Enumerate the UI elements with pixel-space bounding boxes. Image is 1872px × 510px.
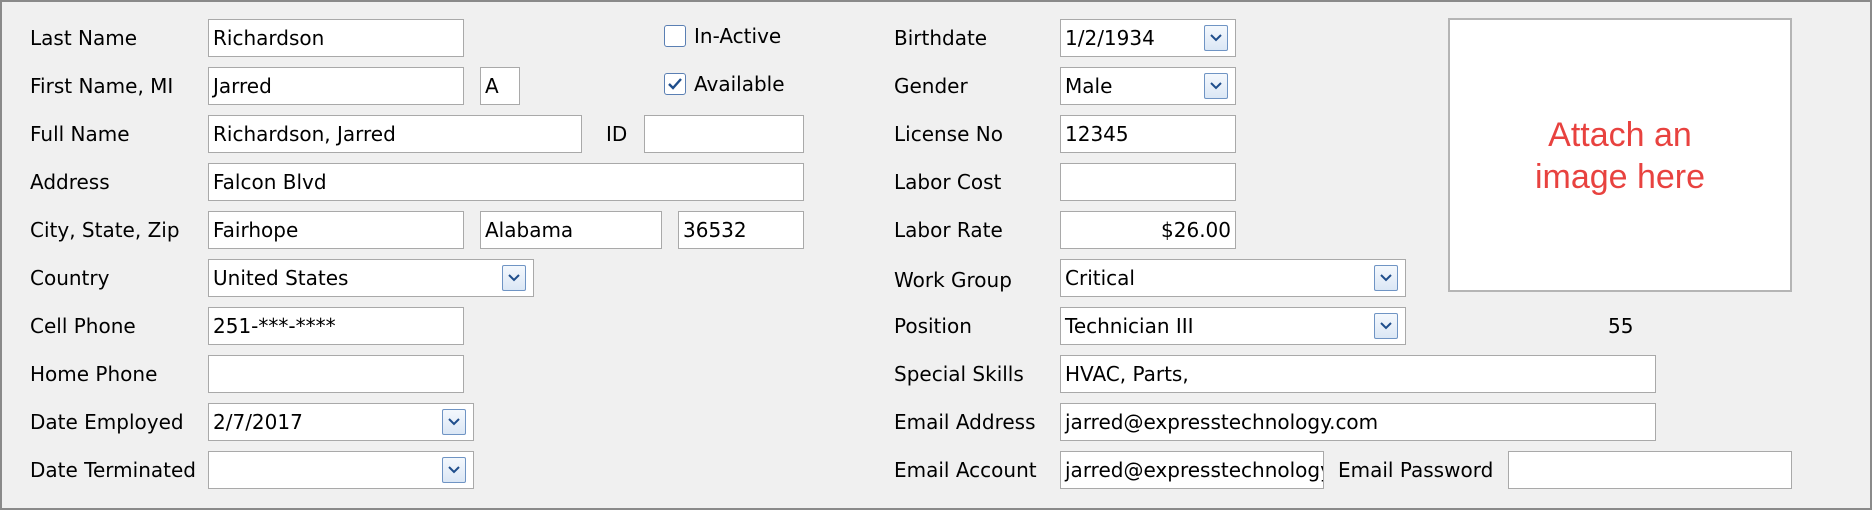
last-name-field[interactable]: Richardson [208,19,464,57]
first-name-field[interactable]: Jarred [208,67,464,105]
inactive-label: In-Active [694,24,782,48]
image-attach-area[interactable]: Attach an image here [1448,18,1792,292]
gender-label: Gender [894,74,968,98]
email-account-label: Email Account [894,458,1037,482]
address-label: Address [30,170,110,194]
license-no-label: License No [894,122,1003,146]
email-address-field[interactable]: jarred@expresstechnology.com [1060,403,1656,441]
labor-cost-field[interactable] [1060,163,1236,201]
chevron-down-icon[interactable] [442,457,466,483]
home-phone-field[interactable] [208,355,464,393]
last-name-label: Last Name [30,26,138,50]
image-placeholder-text: Attach an image here [1450,114,1790,198]
date-terminated-field[interactable] [208,451,474,489]
checkmark-icon [668,78,682,90]
date-employed-label: Date Employed [30,410,184,434]
first-name-label: First Name, MI [30,74,174,98]
full-name-label: Full Name [30,122,130,146]
id-label: ID [606,122,628,146]
state-field[interactable]: Alabama [480,211,662,249]
inactive-checkbox[interactable] [664,25,686,47]
city-field[interactable]: Fairhope [208,211,464,249]
cell-phone-label: Cell Phone [30,314,136,338]
email-password-label: Email Password [1338,458,1494,482]
position-label: Position [894,314,972,338]
image-placeholder-line-2: image here [1534,158,1706,196]
country-label: Country [30,266,110,290]
email-address-label: Email Address [894,410,1036,434]
chevron-down-icon[interactable] [1374,265,1398,291]
labor-rate-field[interactable]: $26.00 [1060,211,1236,249]
chevron-down-icon[interactable] [502,265,526,291]
special-skills-field[interactable]: HVAC, Parts, [1060,355,1656,393]
address-field[interactable]: Falcon Blvd [208,163,804,201]
employee-form: Last Name First Name, MI Full Name Addre… [0,0,1872,510]
date-terminated-label: Date Terminated [30,458,196,482]
country-select[interactable]: United States [208,259,534,297]
zip-field[interactable]: 36532 [678,211,804,249]
id-field[interactable] [644,115,804,153]
position-select[interactable]: Technician III [1060,307,1406,345]
chevron-down-icon[interactable] [1204,73,1228,99]
birthdate-label: Birthdate [894,26,988,50]
email-account-field[interactable]: jarred@expresstechnology [1060,451,1324,489]
work-group-select[interactable]: Critical [1060,259,1406,297]
available-checkbox[interactable] [664,73,686,95]
available-label: Available [694,72,785,96]
chevron-down-icon[interactable] [1374,313,1398,339]
position-extra-value: 55 [1608,314,1634,338]
work-group-label: Work Group [894,268,1012,292]
middle-initial-field[interactable]: A [480,67,520,105]
chevron-down-icon[interactable] [442,409,466,435]
city-state-zip-label: City, State, Zip [30,218,180,242]
image-placeholder-line-1: Attach an [1548,116,1692,154]
special-skills-label: Special Skills [894,362,1024,386]
labor-rate-label: Labor Rate [894,218,1003,242]
cell-phone-field[interactable]: 251-***-**** [208,307,464,345]
license-no-field[interactable]: 12345 [1060,115,1236,153]
labor-cost-label: Labor Cost [894,170,1002,194]
date-employed-field[interactable]: 2/7/2017 [208,403,474,441]
home-phone-label: Home Phone [30,362,158,386]
full-name-field[interactable]: Richardson, Jarred [208,115,582,153]
chevron-down-icon[interactable] [1204,25,1228,51]
email-password-field[interactable] [1508,451,1792,489]
